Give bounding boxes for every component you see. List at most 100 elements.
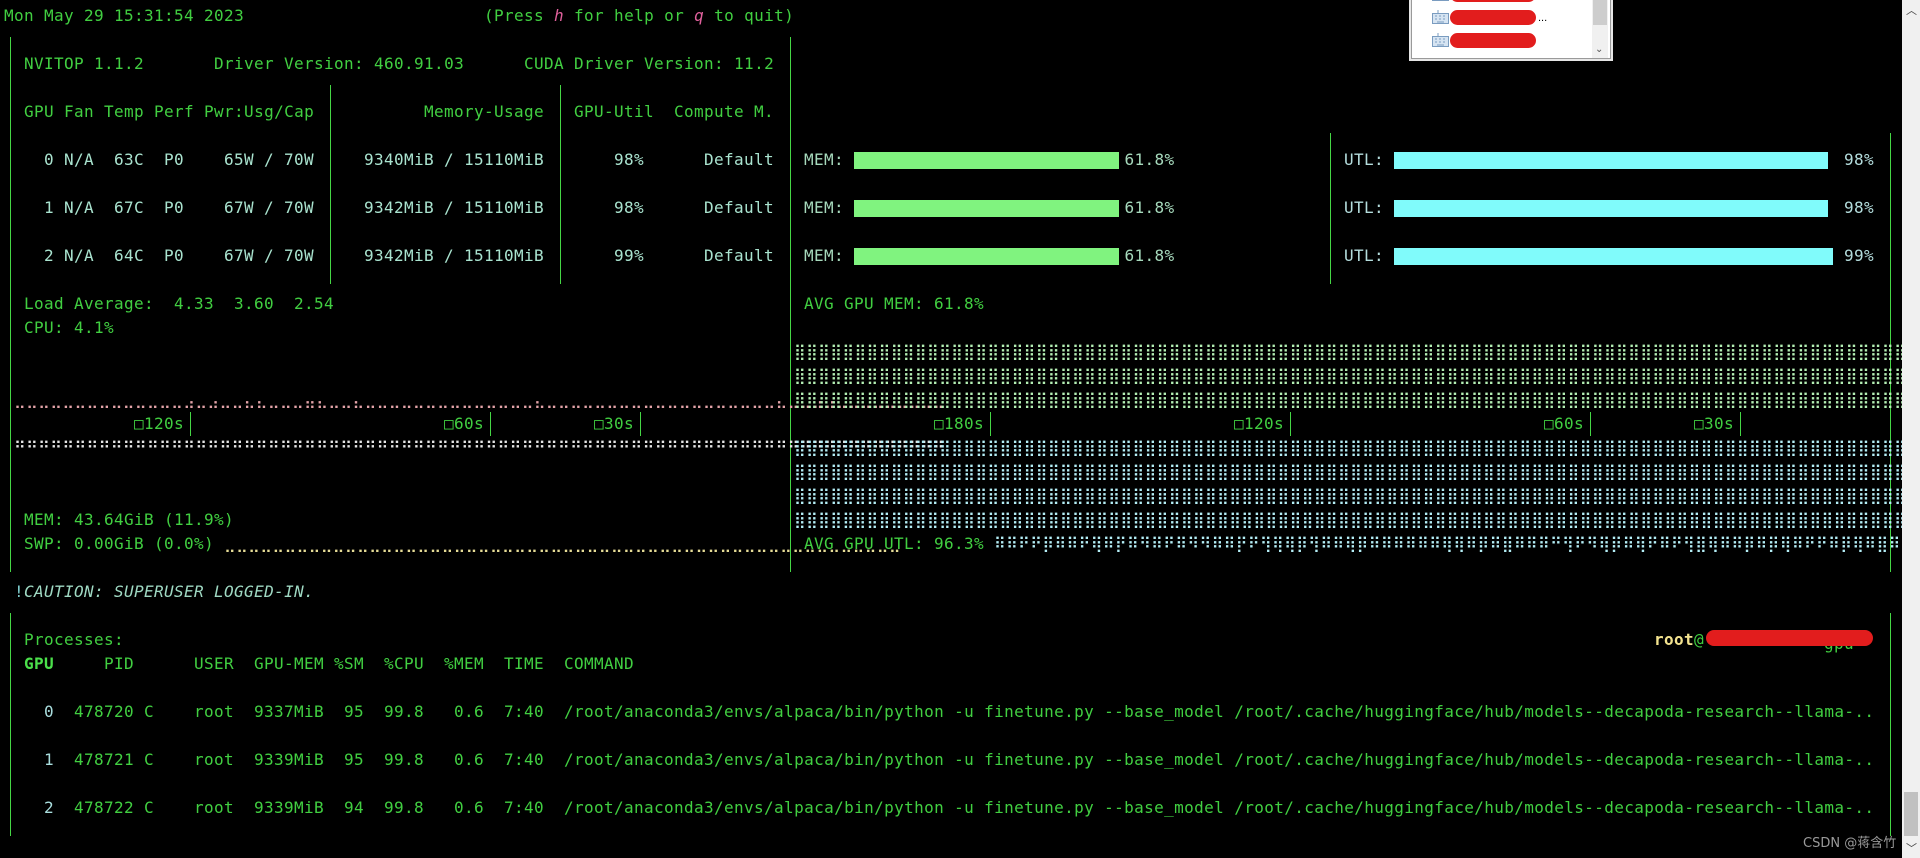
gpu-temp: 67C bbox=[114, 198, 145, 217]
session-list-item[interactable] bbox=[1432, 0, 1582, 4]
scrollbar-thumb[interactable] bbox=[1904, 792, 1918, 836]
redaction-mark bbox=[1450, 0, 1536, 2]
gpu-power: 67W / 70W bbox=[224, 198, 315, 217]
chevron-up-icon[interactable]: ︿ bbox=[1906, 2, 1917, 18]
process-pid: 478722 bbox=[74, 798, 135, 817]
frame-history-bottom-border bbox=[10, 565, 1890, 568]
utl-bar-label: UTL: bbox=[1344, 246, 1385, 265]
session-list-popup[interactable]: ... ⌄ bbox=[1411, 0, 1611, 59]
col-header-gpu[interactable]: GPU bbox=[24, 652, 54, 676]
datetime: Mon May 29 15:31:54 2023 bbox=[4, 6, 245, 25]
process-gpu: 1 bbox=[44, 750, 55, 769]
help-hint-close: to quit) bbox=[704, 6, 795, 25]
avg-gpu-mem: AVG GPU MEM: 61.8% bbox=[804, 294, 985, 313]
help-key[interactable]: h bbox=[554, 6, 564, 25]
redaction-mark bbox=[1450, 10, 1536, 25]
quit-key[interactable]: q bbox=[694, 6, 704, 25]
utl-bar-fill bbox=[1394, 247, 1833, 265]
gpu-time-axis-label: □180s bbox=[934, 412, 985, 436]
app-version: NVITOP 1.1.2 bbox=[24, 54, 145, 73]
utl-bar-label: UTL: bbox=[1344, 150, 1385, 169]
header-gpu-util: GPU-Util bbox=[574, 102, 655, 121]
gpu-mem-bar: 61.8% bbox=[854, 244, 1175, 268]
process-cpu: 99.8 bbox=[384, 702, 425, 721]
gpu-utl-bar bbox=[1394, 148, 1829, 172]
frame-process-header-border bbox=[10, 685, 1890, 688]
process-mem: 0.6 bbox=[454, 702, 485, 721]
load-average-label: Load Average: bbox=[24, 294, 155, 313]
keyboard-icon bbox=[1432, 33, 1449, 47]
col-header-cpu[interactable]: %CPU bbox=[384, 652, 424, 676]
help-hint-open: (Press bbox=[484, 6, 555, 25]
mem-bar-fill bbox=[854, 199, 1119, 217]
col-header-mem[interactable]: %MEM bbox=[444, 652, 484, 676]
gpu-memory-usage: 9342MiB / 15110MiB bbox=[364, 198, 545, 217]
header-memory-usage: Memory-Usage bbox=[424, 102, 545, 121]
session-list-item[interactable]: ... bbox=[1432, 9, 1582, 27]
popup-scrollbar[interactable]: ⌄ bbox=[1592, 0, 1608, 58]
gpu-time-axis-tick bbox=[1589, 412, 1591, 436]
process-pid: 478721 bbox=[74, 750, 135, 769]
terminal-window[interactable]: Mon May 29 15:31:54 2023 (Press h for he… bbox=[0, 0, 1902, 858]
frame-process-top-border bbox=[10, 613, 1890, 616]
mem-bar-label: MEM: bbox=[804, 246, 845, 265]
utl-bar-fill bbox=[1394, 199, 1829, 217]
gpu-time-axis-label: □60s bbox=[1544, 412, 1585, 436]
gpu-time-axis-tick bbox=[1739, 412, 1741, 436]
gpu-util-history-graph-row: ⠿⠿⠟⠟⡿⠿⠿⠟⢿⠿⡟⠿⠻⠿⠟⠿⠻⠻⠿⠿⡟⠟⢻⢿⢿⡿⢻⠿⠿⢿⡿⠿⠿⠿⠿⠿⠿⢿⢿⠿… bbox=[994, 534, 1902, 553]
host-time-axis-tick bbox=[639, 412, 641, 436]
gpu-utl-bar bbox=[1394, 244, 1833, 268]
process-time: 7:40 bbox=[504, 702, 545, 721]
gpu-fan: N/A bbox=[64, 150, 95, 169]
gpu-util-history-graph-row: ⣿⣿⣿⣿⣿⣿⣿⣿⣿⣿⣿⣿⣿⣿⣿⣿⣿⣿⣿⣿⣿⣿⣿⣿⣿⣿⣿⣿⣿⣿⣿⣿⣿⣿⣿⣿⣿⣿⣿⣿… bbox=[794, 438, 1902, 457]
header-compute-mode: Compute M. bbox=[674, 102, 775, 121]
gpu-mem-bar: 61.8% bbox=[854, 196, 1175, 220]
process-cpu: 99.8 bbox=[384, 750, 425, 769]
host-time-axis-label: □120s bbox=[134, 412, 185, 436]
chevron-down-icon[interactable]: ⌄ bbox=[1595, 44, 1603, 55]
column-divider bbox=[1329, 133, 1331, 284]
col-header-pid[interactable]: PID bbox=[104, 652, 134, 676]
gpu-util-history-graph-row: ⣿⣿⣿⣿⣿⣿⣿⣿⣿⣿⣿⣿⣿⣿⣿⣿⣿⣿⣿⣿⣿⣿⣿⣿⣿⣿⣿⣿⣿⣿⣿⣿⣿⣿⣿⣿⣿⣿⣿⣿… bbox=[794, 486, 1902, 505]
caution-icon: ! bbox=[14, 582, 25, 601]
frame-left-border bbox=[9, 613, 11, 836]
gpu-mem-bar: 61.8% bbox=[854, 148, 1175, 172]
process-sm: 94 bbox=[344, 798, 365, 817]
truncation-ellipsis: ... bbox=[1538, 12, 1548, 24]
col-header-command[interactable]: COMMAND bbox=[564, 652, 634, 676]
process-mem: 0.6 bbox=[454, 798, 485, 817]
cpu-percent: CPU: 4.1% bbox=[24, 318, 115, 337]
col-header-sm[interactable]: %SM bbox=[334, 652, 364, 676]
col-header-time[interactable]: TIME bbox=[504, 652, 544, 676]
window-scrollbar[interactable]: ︿ ﹀ bbox=[1902, 0, 1920, 858]
processes-title: Processes: bbox=[24, 630, 125, 649]
mem-bar-percent: 61.8% bbox=[1124, 150, 1175, 169]
gpu-power: 67W / 70W bbox=[224, 246, 315, 265]
gpu-perf: P0 bbox=[164, 246, 185, 265]
gpu-compute-mode: Default bbox=[704, 150, 775, 169]
process-type: C bbox=[144, 750, 155, 769]
col-header-gpu-mem[interactable]: GPU-MEM bbox=[254, 652, 324, 676]
header-gpu-fan-temp-perf-power: GPU Fan Temp Perf Pwr:Usg/Cap bbox=[24, 102, 315, 121]
session-list-item[interactable] bbox=[1432, 32, 1582, 50]
host-mem-usage: MEM: 43.64GiB (11.9%) bbox=[24, 510, 235, 529]
chevron-down-icon[interactable]: ﹀ bbox=[1906, 840, 1917, 856]
frame-left-border bbox=[9, 37, 11, 572]
utl-bar-percent: 99% bbox=[1844, 246, 1875, 265]
utl-bar-percent: 98% bbox=[1844, 150, 1875, 169]
popup-scrollbar-thumb[interactable] bbox=[1593, 0, 1607, 25]
watermark: CSDN @蒋含竹 bbox=[1803, 836, 1897, 851]
gpu-index: 0 bbox=[44, 150, 55, 169]
gpu-mem-history-graph-row: ⣿⣿⣿⣿⣿⣿⣿⣿⣿⣿⣿⣿⣿⣿⣿⣿⣿⣿⣿⣿⣿⣿⣿⣿⣿⣿⣿⣿⣿⣿⣿⣿⣿⣿⣿⣿⣿⣿⣿⣿… bbox=[794, 342, 1902, 361]
process-command: /root/anaconda3/envs/alpaca/bin/python -… bbox=[564, 702, 1875, 721]
col-header-user[interactable]: USER bbox=[194, 652, 234, 676]
utl-bar-percent: 98% bbox=[1844, 198, 1875, 217]
swap-history-graph: ⣀⣀⣀⣀⣀⣀⣀⣀⣀⣀⣀⣀⣀⣀⣀⣀⣀⣀⣀⣀⣀⣀⣀⣀⣀⣀⣀⣀⣀⣀⣀⣀⣀⣀⣀⣀⣀⣀⣀⣀… bbox=[224, 534, 901, 553]
gpu-util: 98% bbox=[614, 198, 645, 217]
keyboard-icon bbox=[1432, 0, 1449, 1]
process-pid: 478720 bbox=[74, 702, 135, 721]
process-time: 7:40 bbox=[504, 750, 545, 769]
keyboard-icon bbox=[1432, 10, 1449, 24]
gpu-time-axis-tick bbox=[1289, 412, 1291, 436]
swap-usage: SWP: 0.00GiB (0.0%) bbox=[24, 534, 215, 553]
